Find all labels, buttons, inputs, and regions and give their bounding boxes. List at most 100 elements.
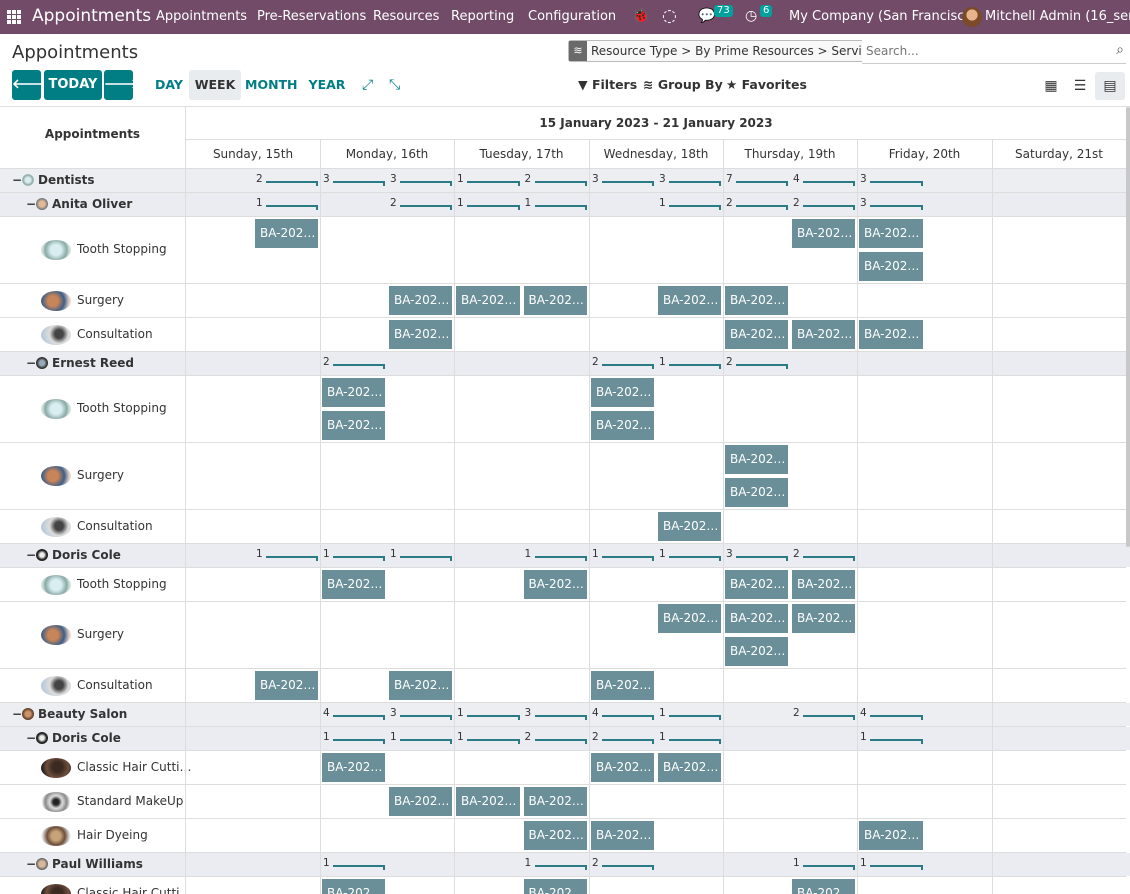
appointment-pill[interactable]: BA-202… [322,570,385,599]
appointment-pill[interactable]: BA-202… [591,821,654,850]
search-input[interactable] [862,40,1102,62]
appointment-pill[interactable]: BA-202… [591,671,654,700]
appointment-pill[interactable]: BA-202… [456,787,520,816]
gantt-view-icon[interactable]: ▤ [1095,72,1125,100]
scale-week[interactable]: WEEK [189,70,241,100]
bug-icon[interactable]: 🐞 [632,0,649,33]
messages-icon[interactable]: 💬 [698,0,715,33]
group-label[interactable]: − Ernest Reed [26,356,134,370]
group-count-bar [400,715,452,720]
appointment-pill[interactable]: BA-202… [456,286,520,315]
group-count-value: 1 [457,173,464,185]
list-view-icon[interactable]: ☰ [1065,72,1095,100]
voip-icon[interactable]: ◌ [662,0,677,33]
group-count-value: 1 [323,857,330,869]
app-name[interactable]: Appointments [32,0,151,33]
menu-resources[interactable]: Resources [373,0,439,33]
appointment-pill[interactable]: BA-202… [725,478,788,507]
filters-button[interactable]: ▼ Filters [578,70,637,100]
app-menu-icon[interactable] [7,10,21,24]
appointment-pill[interactable]: BA-202… [591,411,654,440]
appointment-pill[interactable]: BA-202… [859,821,923,850]
calendar-view-icon[interactable]: ▦ [1036,72,1066,100]
collapse-group-icon[interactable]: − [12,707,22,721]
scale-year[interactable]: YEAR [306,70,348,100]
collapse-group-icon[interactable]: − [26,731,36,745]
appointment-pill[interactable]: BA-202… [859,219,923,248]
menu-reporting[interactable]: Reporting [451,0,514,33]
collapse-group-icon[interactable]: − [26,197,36,211]
search-icon[interactable]: ⌕ [1116,42,1124,58]
appointment-pill[interactable]: BA-202… [523,570,587,599]
appointment-pill[interactable]: BA-202… [725,570,788,599]
appointment-pill[interactable]: BA-202… [658,512,721,541]
appointment-pill[interactable]: BA-202… [591,753,654,782]
group-label[interactable]: − Dentists [12,173,95,187]
appointment-pill[interactable]: BA-202… [792,219,855,248]
appointment-pill[interactable]: BA-202… [322,753,385,782]
user-avatar[interactable] [962,7,982,27]
group-count: 4 [860,707,925,720]
collapse-group-icon[interactable]: − [26,356,36,370]
group-count-value: 1 [457,707,464,719]
appointment-pill[interactable]: BA-202… [792,604,855,633]
groupby-button[interactable]: ≋ Group By [643,70,723,100]
activities-icon[interactable]: ◷ [745,0,757,33]
favorites-button[interactable]: ★ Favorites [726,70,807,100]
appointment-pill[interactable]: BA-202… [792,879,855,894]
appointment-pill[interactable]: BA-202… [725,637,788,666]
expand-icon[interactable]: ⤢ [362,70,373,100]
subgroup-row: − Doris Cole 1 1 1 2 2 1 1 [0,727,1130,750]
appointment-pill[interactable]: BA-202… [322,378,385,407]
appointment-pill[interactable]: BA-202… [389,787,452,816]
appointment-pill[interactable]: BA-202… [725,604,788,633]
scale-day[interactable]: DAY [152,70,186,100]
appointment-pill[interactable]: BA-202… [523,879,587,894]
appointment-pill[interactable]: BA-202… [523,787,587,816]
appointment-pill[interactable]: BA-202… [725,286,788,315]
appointment-pill[interactable]: BA-202… [658,753,721,782]
appointment-pill[interactable]: BA-202… [658,286,721,315]
group-count: 1 [659,548,723,561]
vertical-scrollbar[interactable] [1126,107,1130,547]
group-label[interactable]: − Doris Cole [26,548,121,562]
appointment-pill[interactable]: BA-202… [792,570,855,599]
appointment-pill[interactable]: BA-202… [255,219,318,248]
appointment-pill[interactable]: BA-202… [859,252,923,281]
appointment-pill[interactable]: BA-202… [725,320,788,349]
collapse-icon[interactable]: ⤡ [389,70,400,100]
row-label: Tooth Stopping [77,401,167,415]
appointment-pill[interactable]: BA-202… [389,286,452,315]
row-label: Surgery [77,292,124,307]
appointment-pill[interactable]: BA-202… [255,671,318,700]
group-label[interactable]: − Doris Cole [26,731,121,745]
appointment-pill[interactable]: BA-202… [322,879,385,894]
appointment-pill[interactable]: BA-202… [792,320,855,349]
appointment-pill[interactable]: BA-202… [591,378,654,407]
menu-pre-reservations[interactable]: Pre-Reservations [257,0,366,33]
appointment-pill[interactable]: BA-202… [389,320,452,349]
appointment-pill[interactable]: BA-202… [322,411,385,440]
group-count: 3 [860,197,925,210]
menu-configuration[interactable]: Configuration [528,0,616,33]
prev-button[interactable]: 🡐 [12,70,47,100]
appointment-pill[interactable]: BA-202… [389,671,452,700]
appointment-pill[interactable]: BA-202… [658,604,721,633]
company-switcher[interactable]: My Company (San Francisco) [789,0,977,33]
collapse-group-icon[interactable]: − [26,857,36,871]
appointment-pill[interactable]: BA-202… [523,286,587,315]
menu-appointments[interactable]: Appointments [156,0,247,33]
resource-image-icon [41,574,71,595]
appointment-pill[interactable]: BA-202… [523,821,587,850]
user-menu[interactable]: Mitchell Admin (16_server) [985,0,1130,33]
appointment-pill[interactable]: BA-202… [725,445,788,474]
next-button[interactable]: 🡒 [104,70,139,100]
scale-month[interactable]: MONTH [245,70,298,100]
collapse-group-icon[interactable]: − [26,548,36,562]
group-label[interactable]: − Paul Williams [26,857,143,871]
group-label[interactable]: − Anita Oliver [26,197,132,211]
collapse-group-icon[interactable]: − [12,173,22,187]
appointment-pill[interactable]: BA-202… [859,320,923,349]
group-label[interactable]: − Beauty Salon [12,707,127,721]
today-button[interactable]: TODAY [44,70,102,100]
